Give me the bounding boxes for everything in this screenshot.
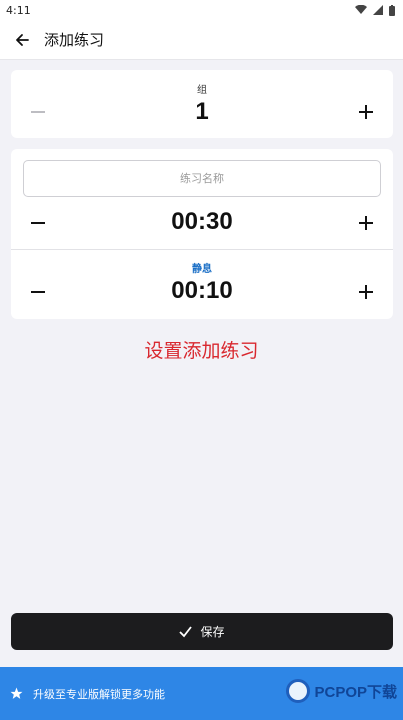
status-icons (355, 4, 395, 16)
plus-icon (359, 216, 373, 230)
save-button[interactable]: 保存 (11, 613, 393, 650)
exercise-card: 00:30 静息 00:10 (11, 149, 393, 319)
app-bar: 添加练习 (0, 20, 403, 60)
wifi-icon (355, 5, 367, 14)
status-time: 4:11 (6, 3, 31, 17)
arrow-left-icon (16, 33, 29, 46)
rest-time-increment-button[interactable] (350, 276, 382, 308)
work-time-value: 00:30 (171, 208, 233, 235)
battery-icon (389, 4, 395, 16)
check-icon (179, 626, 193, 638)
exercise-name-input[interactable] (23, 160, 381, 197)
sets-card: 组 1 (11, 70, 393, 138)
promo-text: 设置添加练习 (144, 340, 259, 362)
sets-value: 1 (195, 98, 209, 125)
plus-icon (359, 285, 373, 299)
rest-label: 静息 (192, 264, 212, 275)
save-button-label: 保存 (200, 625, 225, 639)
plus-icon (359, 105, 373, 119)
watermark-logo: PCPOP下载 (286, 679, 397, 703)
work-time-increment-button[interactable] (350, 207, 382, 239)
back-button[interactable] (6, 24, 38, 56)
star-icon (10, 687, 23, 700)
page-title: 添加练习 (44, 31, 105, 49)
rest-time-value: 00:10 (171, 277, 233, 304)
watermark-text: PCPOP下载 (314, 683, 397, 701)
upgrade-banner-text: 升级至专业版解锁更多功能 (33, 687, 165, 701)
sets-increment-button[interactable] (350, 96, 382, 128)
status-bar: 4:11 (0, 0, 403, 20)
divider (11, 249, 393, 250)
watermark-circle-icon (286, 679, 311, 703)
sets-label: 组 (197, 85, 207, 96)
signal-icon (373, 5, 383, 15)
